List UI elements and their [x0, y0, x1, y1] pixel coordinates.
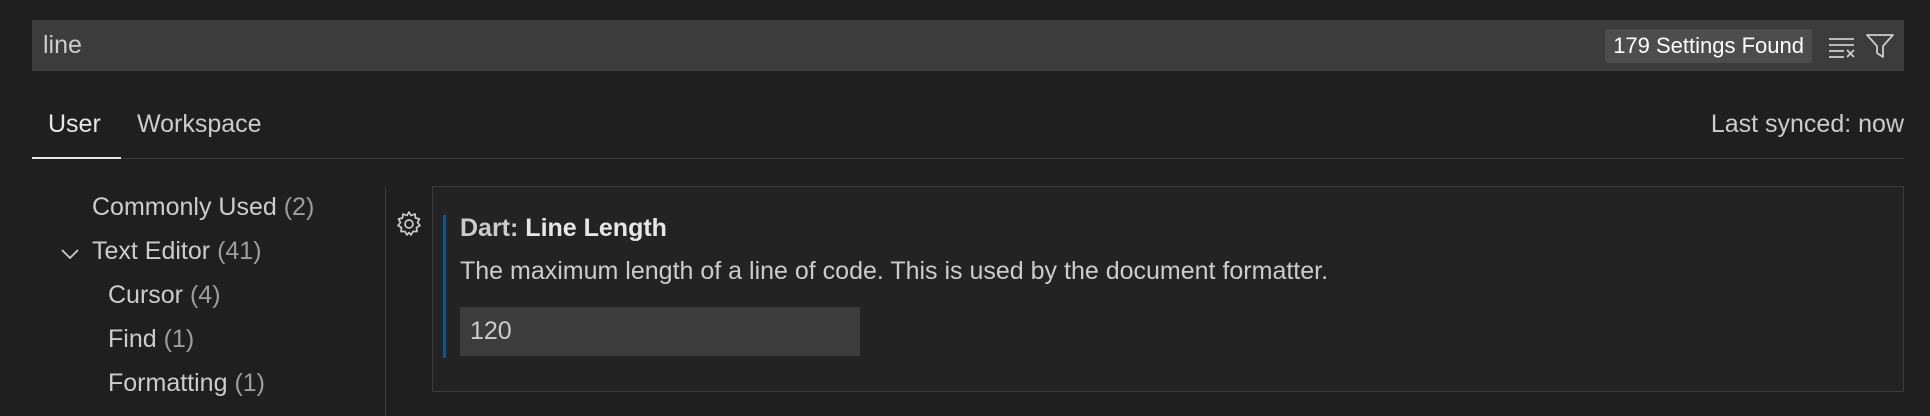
- toc-item-commonly-used[interactable]: Commonly Used (2): [92, 193, 314, 222]
- toc-item-count: (2): [283, 193, 315, 221]
- setting-category: Dart:: [460, 214, 526, 242]
- sync-status: Last synced: now: [1710, 110, 1904, 138]
- toc-item-count: (1): [163, 325, 195, 353]
- setting-name: Line Length: [525, 214, 667, 242]
- tab-workspace[interactable]: Workspace: [137, 110, 262, 139]
- setting-description: The maximum length of a line of code. Th…: [460, 257, 1329, 285]
- toc-item-find[interactable]: Find (1): [108, 325, 194, 354]
- toc-item-label: Formatting: [108, 369, 228, 397]
- toc-item-label: Find: [108, 325, 157, 353]
- toc-item-label: Commonly Used: [92, 193, 277, 221]
- toc-item-label: Cursor: [108, 281, 184, 309]
- active-tab-indicator: [32, 157, 121, 159]
- toc-item-label: Text Editor: [92, 237, 211, 265]
- toc-divider: [385, 186, 386, 416]
- toc-item-text-editor[interactable]: Text Editor (41): [92, 237, 262, 266]
- filter-icon[interactable]: [1862, 28, 1898, 64]
- toc-item-count: (41): [217, 237, 262, 265]
- tab-user[interactable]: User: [48, 110, 101, 139]
- settings-search-input[interactable]: [32, 20, 1606, 71]
- line-length-input[interactable]: [460, 307, 860, 356]
- settings-scope-tabs: User Workspace Last synced: now: [32, 104, 1904, 159]
- toc-item-count: (4): [189, 281, 221, 309]
- chevron-down-icon[interactable]: [59, 243, 81, 265]
- result-count-badge: 179 Settings Found: [1605, 28, 1812, 63]
- settings-search-bar: 179 Settings Found: [32, 20, 1904, 71]
- gear-icon[interactable]: [394, 209, 424, 239]
- toc-item-cursor[interactable]: Cursor (4): [108, 281, 221, 310]
- toc-item-formatting[interactable]: Formatting (1): [108, 369, 265, 398]
- clear-filter-icon[interactable]: [1824, 28, 1860, 64]
- toc-item-count: (1): [234, 369, 265, 397]
- setting-title: Dart: Line Length: [460, 214, 667, 243]
- modified-indicator: [443, 215, 446, 358]
